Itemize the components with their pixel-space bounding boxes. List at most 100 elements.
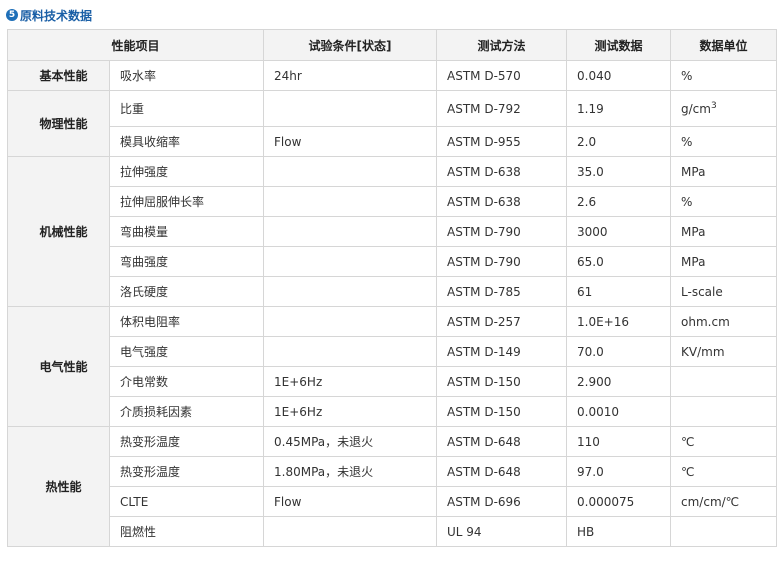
cell-unit: ℃ [670, 456, 777, 487]
group-label: 热性能 [7, 426, 110, 547]
column-header-value: 测试数据 [566, 29, 672, 61]
cell-property: 热变形温度 [108, 456, 265, 487]
unit-text: % [681, 134, 693, 149]
cell-value: 97.0 [566, 456, 672, 487]
table-row: 机械性能 拉伸强度 ASTM D-638 35.0 MPa [7, 156, 777, 307]
cell-condition: 0.45MPa，未退火 [263, 426, 438, 457]
cell-condition [263, 516, 438, 547]
table-row: 弯曲强度 ASTM D-790 65.0 MPa [8, 246, 777, 277]
unit-text: MPa [681, 254, 706, 269]
cell-condition [263, 336, 438, 367]
cell-condition: 1.80MPa，未退火 [263, 456, 438, 487]
cell-unit: MPa [670, 156, 777, 187]
unit-text: ohm.cm [681, 314, 730, 329]
cell-unit: % [670, 186, 777, 217]
cell-property: 热变形温度 [108, 426, 265, 457]
cell-condition: Flow [263, 126, 438, 157]
unit-text: MPa [681, 224, 706, 239]
cell-condition [263, 156, 438, 187]
cell-method: ASTM D-150 [436, 366, 568, 397]
cell-unit: ohm.cm [670, 306, 777, 337]
cell-value: 35.0 [566, 156, 672, 187]
table-row: 弯曲模量 ASTM D-790 3000 MPa [8, 216, 777, 247]
table-row: 拉伸屈服伸长率 ASTM D-638 2.6% [8, 186, 777, 217]
cell-property: 模具收缩率 [108, 126, 265, 157]
cell-value: 1.19 [566, 90, 672, 127]
cell-property: 吸水率 [108, 60, 265, 91]
cell-property: CLTE [108, 486, 265, 517]
cell-method: ASTM D-648 [436, 426, 568, 457]
cell-method: ASTM D-648 [436, 456, 568, 487]
cell-value: 2.900 [566, 366, 672, 397]
cell-value: 0.000075 [566, 486, 672, 517]
unit-text: g/cm [681, 102, 711, 116]
table-row: 阻燃性 UL 94 HB [8, 516, 777, 547]
cell-condition [263, 246, 438, 277]
cell-unit: L-scale [670, 276, 777, 307]
cell-unit: MPa [670, 216, 777, 247]
cell-property: 弯曲模量 [108, 216, 265, 247]
table-row: 电气强度 ASTM D-149 70.0 KV/mm [8, 336, 777, 367]
cell-value: 1.0E+16 [566, 306, 672, 337]
cell-condition [263, 186, 438, 217]
table-header-row: 性能项目 试验条件[状态] 测试方法 测试数据 数据单位 [6, 29, 777, 61]
cell-condition: 1E+6Hz [263, 366, 438, 397]
cell-unit [670, 516, 777, 547]
cell-value: 3000 [566, 216, 672, 247]
cell-property: 弯曲强度 [108, 246, 265, 277]
cell-property: 阻燃性 [108, 516, 265, 547]
cell-unit: g/cm3 [670, 90, 777, 127]
unit-text: cm/cm/℃ [681, 494, 740, 509]
unit-text: MPa [681, 164, 706, 179]
cell-value: 61 [566, 276, 672, 307]
cell-condition [263, 216, 438, 247]
cell-unit: cm/cm/℃ [670, 486, 777, 517]
cell-method: ASTM D-955 [436, 126, 568, 157]
cell-method: ASTM D-149 [436, 336, 568, 367]
cell-method: ASTM D-570 [436, 60, 568, 91]
cell-property: 拉伸屈服伸长率 [108, 186, 265, 217]
section-title: 原料技术数据 [20, 8, 93, 23]
cell-method: ASTM D-638 [436, 156, 568, 187]
cell-condition [263, 306, 438, 337]
cell-unit: KV/mm [670, 336, 777, 367]
cell-value: 65.0 [566, 246, 672, 277]
cell-property: 介质损耗因素 [108, 396, 265, 427]
cell-method: UL 94 [436, 516, 568, 547]
unit-text: % [681, 68, 693, 83]
cell-method: ASTM D-696 [436, 486, 568, 517]
unit-text: ℃ [681, 464, 695, 479]
group-label: 机械性能 [7, 156, 110, 307]
cell-value: 2.6 [566, 186, 672, 217]
cell-condition [263, 90, 438, 127]
cell-condition [263, 276, 438, 307]
cell-value: 110 [566, 426, 672, 457]
cell-value: 2.0 [566, 126, 672, 157]
material-data-table: 性能项目 试验条件[状态] 测试方法 测试数据 数据单位 基本性能 吸水率 24hr… [6, 29, 777, 547]
table-row: 介电常数 1E+6Hz ASTM D-150 2.900 [8, 366, 777, 397]
cell-method: ASTM D-257 [436, 306, 568, 337]
cell-method: ASTM D-790 [436, 246, 568, 277]
cell-method: ASTM D-785 [436, 276, 568, 307]
table-row: 电气性能 体积电阻率 ASTM D-257 1.0E+16 ohm.cm [7, 306, 777, 427]
cell-property: 洛氏硬度 [108, 276, 265, 307]
cell-method: ASTM D-790 [436, 216, 568, 247]
unit-superscript: 3 [710, 101, 717, 111]
section-header: 5 原料技术数据 [6, 6, 92, 24]
cell-property: 比重 [108, 90, 265, 127]
unit-text: ℃ [681, 434, 695, 449]
cell-condition: 24hr [263, 60, 438, 91]
cell-method: ASTM D-150 [436, 396, 568, 427]
table-row: 热变形温度 1.80MPa，未退火 ASTM D-648 97.0 ℃ [8, 456, 777, 487]
table-row: 基本性能 吸水率 24hr ASTM D-570 0.040% [7, 60, 777, 91]
table-row: 热性能 热变形温度 0.45MPa，未退火 ASTM D-648 110 ℃ [7, 426, 777, 547]
table-row: 洛氏硬度 ASTM D-785 61 L-scale [8, 276, 777, 307]
group-label: 电气性能 [7, 306, 110, 427]
cell-property: 介电常数 [108, 366, 265, 397]
cell-value: HB [566, 516, 672, 547]
cell-condition: Flow [263, 486, 438, 517]
cell-unit [670, 396, 777, 427]
group-label: 基本性能 [7, 60, 110, 91]
table-row: 物理性能 比重 ASTM D-792 1.19 g/cm3 [7, 90, 777, 157]
cell-property: 拉伸强度 [108, 156, 265, 187]
